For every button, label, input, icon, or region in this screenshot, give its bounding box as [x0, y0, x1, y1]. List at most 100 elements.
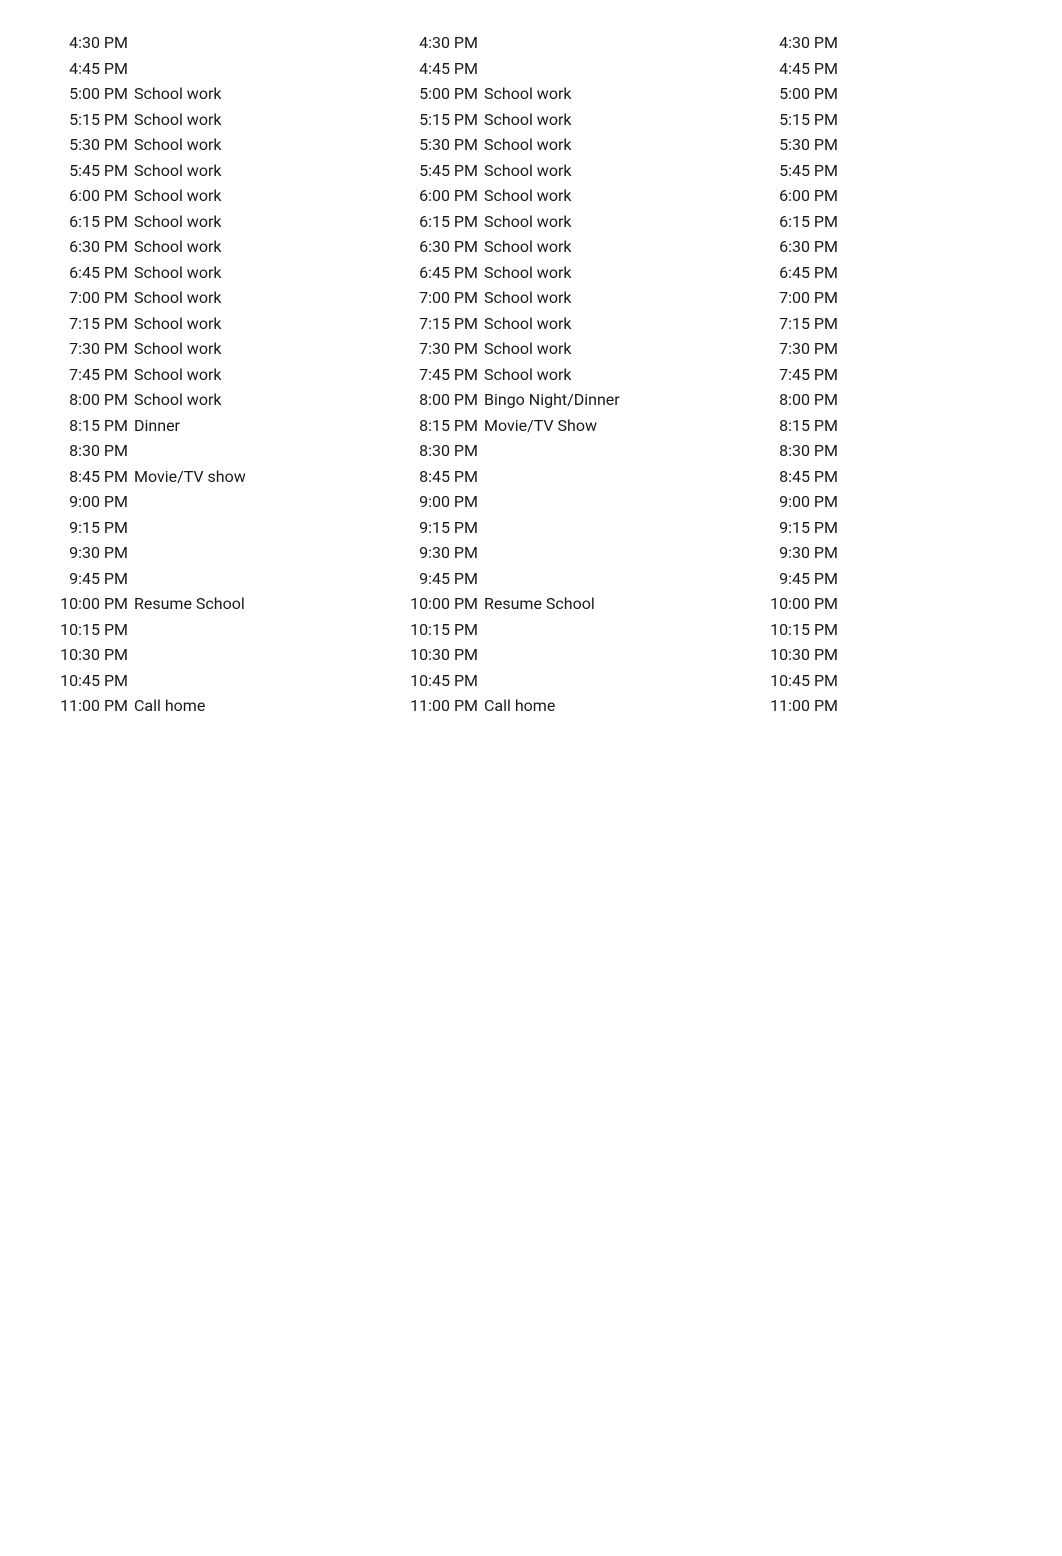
schedule-row: 6:45 PMSchool work — [400, 260, 760, 286]
activity-cell: Bingo Night/Dinner — [484, 387, 760, 413]
time-cell: 8:00 PM — [50, 387, 134, 413]
schedule-row: 6:30 PMSchool work — [50, 234, 400, 260]
schedule-row: 9:15 PM — [760, 515, 860, 541]
time-cell: 5:30 PM — [50, 132, 134, 158]
time-cell: 8:45 PM — [760, 464, 838, 490]
schedule-column-1: 4:30 PM 4:45 PM 5:00 PMSchool work 5:15 … — [50, 30, 400, 719]
activity-cell: School work — [484, 260, 760, 286]
time-cell: 11:00 PM — [760, 693, 838, 719]
time-cell: 6:45 PM — [400, 260, 484, 286]
schedule-row: 9:45 PM — [50, 566, 400, 592]
schedule-row: 5:45 PMSchool work — [400, 158, 760, 184]
schedule-row: 9:00 PM — [50, 489, 400, 515]
time-cell: 8:30 PM — [760, 438, 838, 464]
schedule-row: 11:00 PMCall home — [400, 693, 760, 719]
schedule-row: 8:30 PM — [760, 438, 860, 464]
schedule-row: 10:00 PMResume School — [50, 591, 400, 617]
time-cell: 9:00 PM — [760, 489, 838, 515]
schedule-row: 8:15 PMMovie/TV Show — [400, 413, 760, 439]
time-cell: 6:15 PM — [400, 209, 484, 235]
activity-cell: School work — [484, 285, 760, 311]
schedule-row: 5:15 PM — [760, 107, 860, 133]
time-cell: 8:15 PM — [50, 413, 134, 439]
time-cell: 7:00 PM — [760, 285, 838, 311]
schedule-row: 10:45 PM — [400, 668, 760, 694]
schedule-row: 6:00 PMSchool work — [400, 183, 760, 209]
time-cell: 6:15 PM — [50, 209, 134, 235]
time-cell: 10:30 PM — [50, 642, 134, 668]
schedule-row: 10:15 PM — [760, 617, 860, 643]
activity-cell: School work — [134, 387, 400, 413]
time-cell: 4:45 PM — [760, 56, 838, 82]
schedule-row: 6:15 PMSchool work — [50, 209, 400, 235]
time-cell: 5:30 PM — [760, 132, 838, 158]
time-cell: 9:45 PM — [400, 566, 484, 592]
schedule-row: 8:30 PM — [50, 438, 400, 464]
schedule-row: 5:00 PMSchool work — [50, 81, 400, 107]
time-cell: 6:45 PM — [50, 260, 134, 286]
schedule-row: 7:30 PMSchool work — [50, 336, 400, 362]
schedule-row: 7:15 PMSchool work — [50, 311, 400, 337]
activity-cell: School work — [134, 285, 400, 311]
schedule-row: 6:45 PMSchool work — [50, 260, 400, 286]
time-cell: 4:30 PM — [50, 30, 134, 56]
schedule-row: 8:45 PMMovie/TV show — [50, 464, 400, 490]
time-cell: 8:30 PM — [50, 438, 134, 464]
time-cell: 7:45 PM — [400, 362, 484, 388]
schedule-row: 9:00 PM — [760, 489, 860, 515]
schedule-row: 5:30 PMSchool work — [50, 132, 400, 158]
schedule-row: 5:45 PM — [760, 158, 860, 184]
activity-cell: School work — [134, 183, 400, 209]
schedule-row: 10:45 PM — [760, 668, 860, 694]
time-cell: 4:45 PM — [50, 56, 134, 82]
schedule-row: 10:30 PM — [400, 642, 760, 668]
time-cell: 7:45 PM — [760, 362, 838, 388]
schedule-row: 10:30 PM — [760, 642, 860, 668]
time-cell: 6:15 PM — [760, 209, 838, 235]
time-cell: 11:00 PM — [50, 693, 134, 719]
time-cell: 10:30 PM — [760, 642, 838, 668]
schedule-row: 4:30 PM — [50, 30, 400, 56]
time-cell: 10:15 PM — [50, 617, 134, 643]
time-cell: 5:30 PM — [400, 132, 484, 158]
time-cell: 10:15 PM — [400, 617, 484, 643]
schedule-row: 8:00 PMSchool work — [50, 387, 400, 413]
schedule-row: 4:45 PM — [400, 56, 760, 82]
activity-cell: School work — [484, 336, 760, 362]
schedule-row: 6:00 PMSchool work — [50, 183, 400, 209]
schedule-row: 10:15 PM — [50, 617, 400, 643]
time-cell: 5:00 PM — [50, 81, 134, 107]
time-cell: 9:30 PM — [50, 540, 134, 566]
schedule-row: 8:15 PM — [760, 413, 860, 439]
time-cell: 7:00 PM — [400, 285, 484, 311]
schedule-row: 4:45 PM — [760, 56, 860, 82]
time-cell: 6:30 PM — [50, 234, 134, 260]
time-cell: 9:15 PM — [400, 515, 484, 541]
time-cell: 10:45 PM — [50, 668, 134, 694]
schedule-row: 9:45 PM — [760, 566, 860, 592]
time-cell: 7:00 PM — [50, 285, 134, 311]
time-cell: 5:15 PM — [760, 107, 838, 133]
activity-cell: School work — [134, 209, 400, 235]
time-cell: 5:15 PM — [50, 107, 134, 133]
time-cell: 6:00 PM — [760, 183, 838, 209]
schedule-column-3: 4:30 PM 4:45 PM 5:00 PM 5:15 PM 5:30 PM … — [760, 30, 860, 719]
time-cell: 10:00 PM — [760, 591, 838, 617]
schedule-row: 9:30 PM — [50, 540, 400, 566]
activity-cell: Resume School — [484, 591, 760, 617]
schedule-row: 10:00 PMResume School — [400, 591, 760, 617]
schedule-row: 5:45 PMSchool work — [50, 158, 400, 184]
time-cell: 11:00 PM — [400, 693, 484, 719]
schedule-row: 5:15 PMSchool work — [50, 107, 400, 133]
time-cell: 10:00 PM — [50, 591, 134, 617]
activity-cell: School work — [484, 234, 760, 260]
schedule-row: 8:45 PM — [400, 464, 760, 490]
time-cell: 5:45 PM — [400, 158, 484, 184]
time-cell: 7:30 PM — [50, 336, 134, 362]
schedule-row: 8:30 PM — [400, 438, 760, 464]
time-cell: 7:45 PM — [50, 362, 134, 388]
time-cell: 5:45 PM — [50, 158, 134, 184]
time-cell: 8:15 PM — [400, 413, 484, 439]
schedule-row: 9:00 PM — [400, 489, 760, 515]
schedule-row: 7:00 PM — [760, 285, 860, 311]
